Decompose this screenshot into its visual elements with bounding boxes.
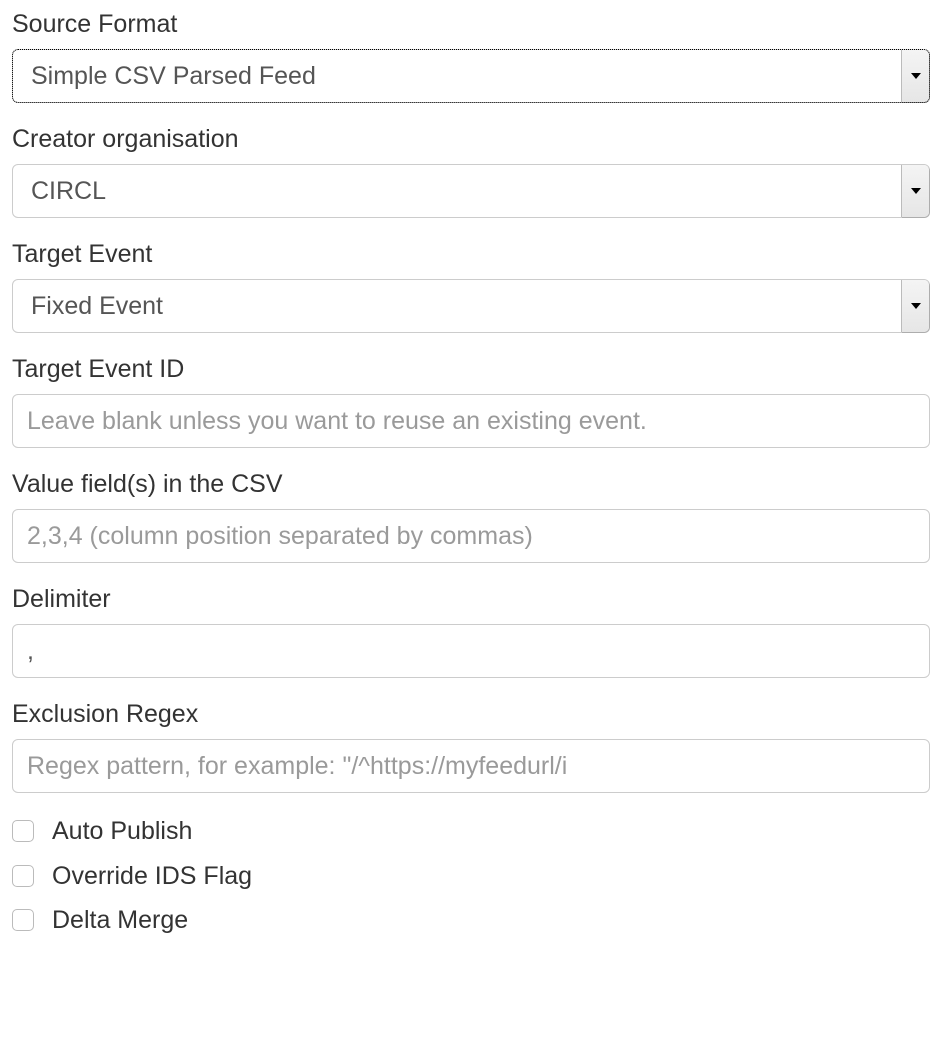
override-ids-label[interactable]: Override IDS Flag <box>52 860 252 893</box>
checkbox-list: Auto Publish Override IDS Flag Delta Mer… <box>12 815 930 937</box>
source-format-label: Source Format <box>12 10 930 39</box>
exclusion-regex-input[interactable] <box>12 739 930 793</box>
value-fields-label: Value field(s) in the CSV <box>12 470 930 499</box>
delimiter-group: Delimiter <box>12 585 930 678</box>
delta-merge-label[interactable]: Delta Merge <box>52 904 188 937</box>
auto-publish-checkbox[interactable] <box>12 820 34 842</box>
auto-publish-row: Auto Publish <box>12 815 930 848</box>
value-fields-input[interactable] <box>12 509 930 563</box>
target-event-select-wrap: Fixed Event <box>12 279 930 333</box>
creator-organisation-label: Creator organisation <box>12 125 930 154</box>
source-format-select[interactable]: Simple CSV Parsed Feed <box>12 49 930 103</box>
source-format-group: Source Format Simple CSV Parsed Feed <box>12 10 930 103</box>
delta-merge-checkbox[interactable] <box>12 909 34 931</box>
target-event-id-label: Target Event ID <box>12 355 930 384</box>
target-event-select[interactable]: Fixed Event <box>12 279 930 333</box>
auto-publish-label[interactable]: Auto Publish <box>52 815 192 848</box>
target-event-id-input[interactable] <box>12 394 930 448</box>
source-format-select-wrap: Simple CSV Parsed Feed <box>12 49 930 103</box>
target-event-group: Target Event Fixed Event <box>12 240 930 333</box>
value-fields-group: Value field(s) in the CSV <box>12 470 930 563</box>
override-ids-checkbox[interactable] <box>12 865 34 887</box>
target-event-id-group: Target Event ID <box>12 355 930 448</box>
creator-organisation-select[interactable]: CIRCL <box>12 164 930 218</box>
creator-organisation-select-wrap: CIRCL <box>12 164 930 218</box>
delta-merge-row: Delta Merge <box>12 904 930 937</box>
exclusion-regex-group: Exclusion Regex <box>12 700 930 793</box>
delimiter-label: Delimiter <box>12 585 930 614</box>
delimiter-input[interactable] <box>12 624 930 678</box>
creator-organisation-group: Creator organisation CIRCL <box>12 125 930 218</box>
exclusion-regex-label: Exclusion Regex <box>12 700 930 729</box>
target-event-label: Target Event <box>12 240 930 269</box>
override-ids-row: Override IDS Flag <box>12 860 930 893</box>
